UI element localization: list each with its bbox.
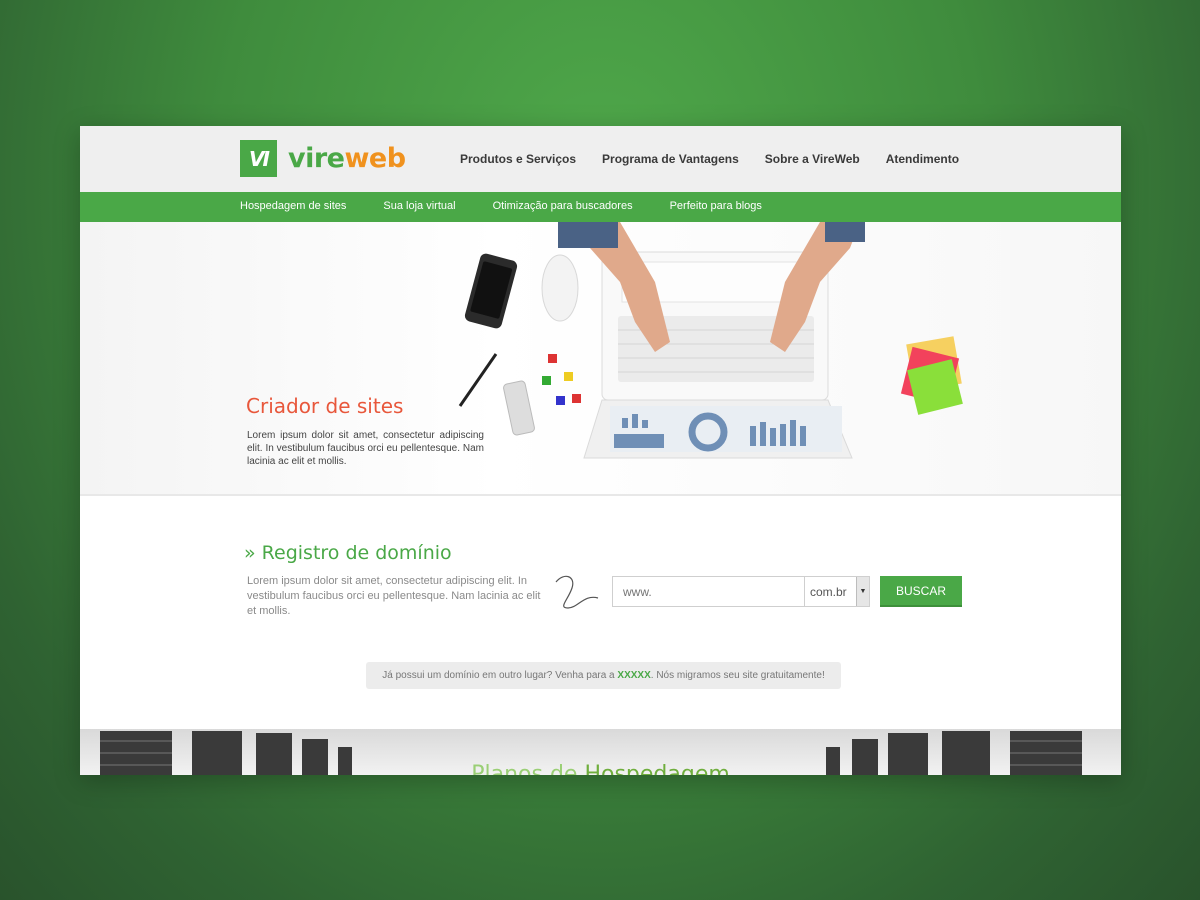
chevron-down-icon[interactable]: ▼	[856, 577, 869, 606]
subnav-loja-virtual[interactable]: Sua loja virtual	[383, 200, 455, 212]
nav-atendimento[interactable]: Atendimento	[886, 152, 959, 166]
logo-mark: VI	[240, 140, 277, 177]
smartphone-image	[464, 253, 518, 329]
hero-description: Lorem ipsum dolor sit amet, consectetur …	[247, 430, 484, 467]
hero-title: Criador de sites	[246, 394, 404, 418]
binder-clips-image	[542, 354, 581, 405]
nav-programa-vantagens[interactable]: Programa de Vantagens	[602, 152, 739, 166]
notice-link[interactable]: XXXXX	[617, 670, 650, 681]
website-frame: VI vireweb Produtos e Serviços Programa …	[80, 126, 1121, 775]
logo-text-part2: web	[344, 143, 406, 174]
migration-notice: Já possui um domínio em outro lugar? Ven…	[366, 662, 841, 689]
nav-sobre-vireweb[interactable]: Sobre a VireWeb	[765, 152, 860, 166]
pen-image	[458, 353, 498, 407]
hero-banner: Criador de sites Lorem ipsum dolor sit a…	[80, 222, 1121, 496]
nav-produtos-servicos[interactable]: Produtos e Serviços	[460, 152, 576, 166]
vireweb-logo[interactable]: VI vireweb	[240, 140, 406, 177]
subnav-otimizacao[interactable]: Otimização para buscadores	[493, 200, 633, 212]
tld-selected-value: com.br	[810, 584, 847, 599]
squiggle-decoration	[555, 575, 599, 609]
subnav-blogs[interactable]: Perfeito para blogs	[670, 200, 762, 212]
stapler-image	[503, 380, 535, 436]
mouse-image	[541, 254, 579, 322]
domain-section-title: » Registro de domínio	[244, 542, 452, 564]
domain-section-description: Lorem ipsum dolor sit amet, consectetur …	[247, 575, 541, 617]
site-header: VI vireweb Produtos e Serviços Programa …	[80, 126, 1121, 192]
notice-text-before: Já possui um domínio em outro lugar? Ven…	[382, 670, 618, 681]
plans-section-title: Planos de Hospedagem	[80, 762, 1121, 775]
hero-illustration	[458, 222, 963, 459]
plans-title-part2: Hospedagem	[584, 762, 730, 775]
logo-text: vireweb	[288, 143, 406, 174]
notice-text-after: . Nós migramos seu site gratuitamente!	[650, 670, 825, 681]
plans-title-part1: Planos de	[471, 762, 585, 775]
sticky-notes-image	[900, 336, 963, 415]
domain-search-input[interactable]	[612, 576, 805, 607]
search-domain-button[interactable]: BUSCAR	[880, 576, 962, 607]
subnav-hospedagem[interactable]: Hospedagem de sites	[240, 200, 346, 212]
top-navigation: Produtos e Serviços Programa de Vantagen…	[460, 152, 985, 166]
sub-navigation: Hospedagem de sites Sua loja virtual Oti…	[80, 192, 1121, 228]
logo-text-part1: vire	[288, 143, 345, 174]
tld-select[interactable]: com.br ▼	[804, 576, 870, 607]
